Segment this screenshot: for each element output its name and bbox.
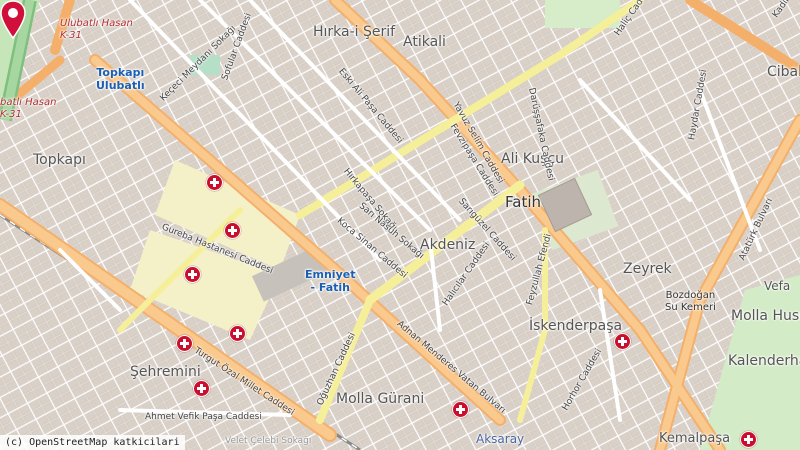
hospital-icon[interactable] <box>176 335 193 352</box>
hospital-icon[interactable] <box>740 431 757 448</box>
hospital-icon[interactable] <box>184 266 201 283</box>
hospital-icon[interactable] <box>452 401 469 418</box>
hospital-icon[interactable] <box>229 325 246 342</box>
hospital-icon[interactable] <box>206 174 223 191</box>
hospital-icon[interactable] <box>614 333 631 350</box>
location-pin-icon[interactable] <box>0 0 26 40</box>
attribution-text[interactable]: (c) OpenStreetMap katkicilari <box>0 435 185 450</box>
hospital-icon[interactable] <box>224 222 241 239</box>
map-layer <box>0 0 800 450</box>
hospital-icon[interactable] <box>193 380 210 397</box>
map-canvas[interactable]: Hırka-i Şerif Atikali Topkapı Fatih Akde… <box>0 0 800 450</box>
